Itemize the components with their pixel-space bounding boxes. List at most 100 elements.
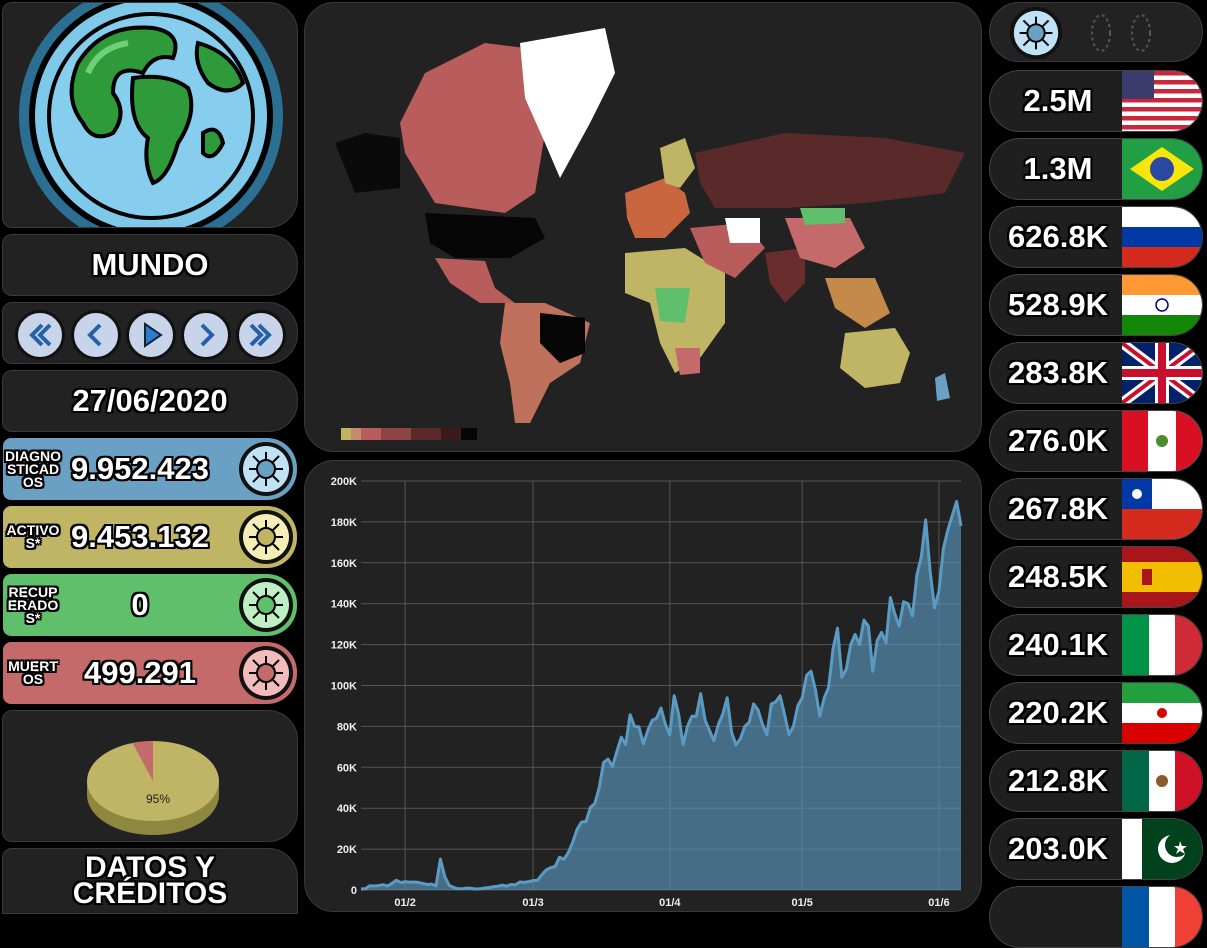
virus-outline-icon[interactable] [1086, 9, 1116, 57]
country-row[interactable]: 220.2K [989, 682, 1203, 744]
previous-button[interactable] [71, 310, 121, 360]
country-value: 283.8K [1008, 355, 1108, 390]
country-row[interactable]: 626.8K [989, 206, 1203, 268]
country-row[interactable]: 283.8K [989, 342, 1203, 404]
country-value: 220.2K [1008, 695, 1108, 730]
pie-label: 95% [146, 792, 170, 806]
globe-icon [19, 3, 283, 227]
y-tick-label: 40K [337, 803, 357, 815]
x-tick-label: 01/6 [928, 897, 949, 909]
map-legend-3 [361, 428, 381, 440]
iran-flag [1122, 683, 1202, 743]
mexico-flag [1122, 751, 1202, 811]
country-row[interactable]: 528.9K [989, 274, 1203, 336]
stat-diagnosticados[interactable]: DIAGNOSTICADOS 9.952.423 [3, 438, 297, 500]
stat-activos[interactable]: ACTIVOS* 9.453.132 [3, 506, 297, 568]
stat-value: 9.453.132 [71, 519, 209, 554]
country-row[interactable]: 212.8K [989, 750, 1203, 812]
y-tick-label: 100K [331, 681, 357, 693]
russia-flag [1122, 207, 1202, 267]
country-value: 528.9K [1008, 287, 1108, 322]
country-value: 267.8K [1008, 491, 1108, 526]
map-legend-4 [381, 428, 411, 440]
x-tick-label: 01/4 [659, 897, 681, 909]
date-panel: 27/06/2020 [2, 370, 298, 432]
metric-selector [989, 2, 1203, 62]
map-region-central-africa[interactable] [655, 288, 690, 323]
country-value: 626.8K [1008, 219, 1108, 254]
italy-flag [1122, 615, 1202, 675]
country-row-partial[interactable] [989, 886, 1203, 948]
country-row[interactable]: 276.0K [989, 410, 1203, 472]
y-tick-label: 80K [337, 721, 357, 733]
map-legend-5 [411, 428, 441, 440]
virus-icon [239, 646, 293, 700]
country-row[interactable]: 240.1K [989, 614, 1203, 676]
country-value: 2.5M [1023, 83, 1093, 118]
stat-label: ACTIVOS* [6, 522, 60, 551]
world-map-panel[interactable] [304, 2, 982, 452]
next-button[interactable] [181, 310, 231, 360]
peru-flag [1122, 411, 1202, 471]
y-tick-label: 0 [351, 885, 357, 897]
last-button[interactable] [236, 310, 286, 360]
stat-value: 499.291 [83, 655, 197, 690]
map-region-australia[interactable] [840, 328, 910, 388]
first-icon [29, 323, 52, 347]
country-row[interactable]: 248.5K [989, 546, 1203, 608]
chile-flag [1122, 479, 1202, 539]
pakistan-flag [1122, 819, 1202, 879]
play-button[interactable] [126, 310, 176, 360]
x-tick-label: 01/5 [791, 897, 812, 909]
map-region-india[interactable] [765, 248, 805, 303]
credits-button[interactable]: DATOS Y CRÉDITOS [2, 848, 298, 914]
map-region-alaska[interactable] [335, 133, 400, 193]
country-row[interactable]: 1.3M [989, 138, 1203, 200]
map-region-usa[interactable] [425, 213, 545, 258]
country-row[interactable]: 203.0K [989, 818, 1203, 880]
play-icon [144, 322, 163, 348]
stat-value: 0 [131, 587, 149, 622]
area-chart-svg: 0 20K 40K 60K 80K 100K 120K 140K 160K 180K 200K 01/… [331, 476, 963, 909]
virus-icon [239, 510, 293, 564]
credits-label: DATOS Y CRÉDITOS [72, 851, 228, 910]
stat-label: MUERTOS [8, 658, 58, 687]
world-map[interactable] [305, 3, 982, 452]
stat-label: DIAGNOSTICADOS [5, 447, 61, 490]
map-region-south-africa[interactable] [675, 348, 700, 375]
map-legend-2 [351, 428, 361, 440]
y-tick-label: 60K [337, 762, 357, 774]
map-region-mongolia[interactable] [800, 208, 845, 225]
map-legend-6 [441, 428, 461, 440]
map-region-scandinavia[interactable] [660, 138, 695, 188]
stat-recuperados[interactable]: RECUPERADOS* 0 [3, 574, 297, 636]
country-row[interactable]: 267.8K [989, 478, 1203, 540]
daily-cases-chart-panel: 0 20K 40K 60K 80K 100K 120K 140K 160K 180K 200K 01/… [304, 460, 982, 912]
india-flag [1122, 275, 1202, 335]
last-icon [249, 323, 272, 347]
y-tick-label: 120K [331, 640, 357, 652]
map-region-mexico[interactable] [435, 258, 515, 303]
virus-icon [239, 442, 293, 496]
y-tick-label: 20K [337, 844, 357, 856]
virus-outline-icon[interactable] [1126, 9, 1156, 57]
daily-cases-chart: 0 20K 40K 60K 80K 100K 120K 140K 160K 180K 200K 01/… [305, 461, 981, 911]
virus-metric-icon[interactable] [1008, 5, 1064, 61]
map-region-russia[interactable] [695, 133, 965, 208]
country-value: 248.5K [1008, 559, 1108, 594]
map-region-new-zealand[interactable] [935, 373, 950, 401]
first-button[interactable] [15, 310, 65, 360]
country-value: 212.8K [1008, 763, 1108, 798]
country-row[interactable]: 2.5M [989, 70, 1203, 132]
uk-flag [1122, 343, 1202, 403]
ratio-pie-chart: 95% [87, 741, 219, 835]
map-region-iran[interactable] [725, 218, 760, 243]
stat-muertos[interactable]: MUERTOS 499.291 [3, 642, 297, 704]
brazil-flag [1122, 139, 1202, 199]
x-tick-label: 01/3 [522, 897, 543, 909]
map-region-southeast-asia[interactable] [825, 278, 890, 328]
ratio-pie-panel: 95% [2, 710, 298, 842]
france-flag [1122, 887, 1202, 947]
stat-value: 9.952.423 [71, 451, 209, 486]
globe-logo-panel [2, 2, 298, 228]
